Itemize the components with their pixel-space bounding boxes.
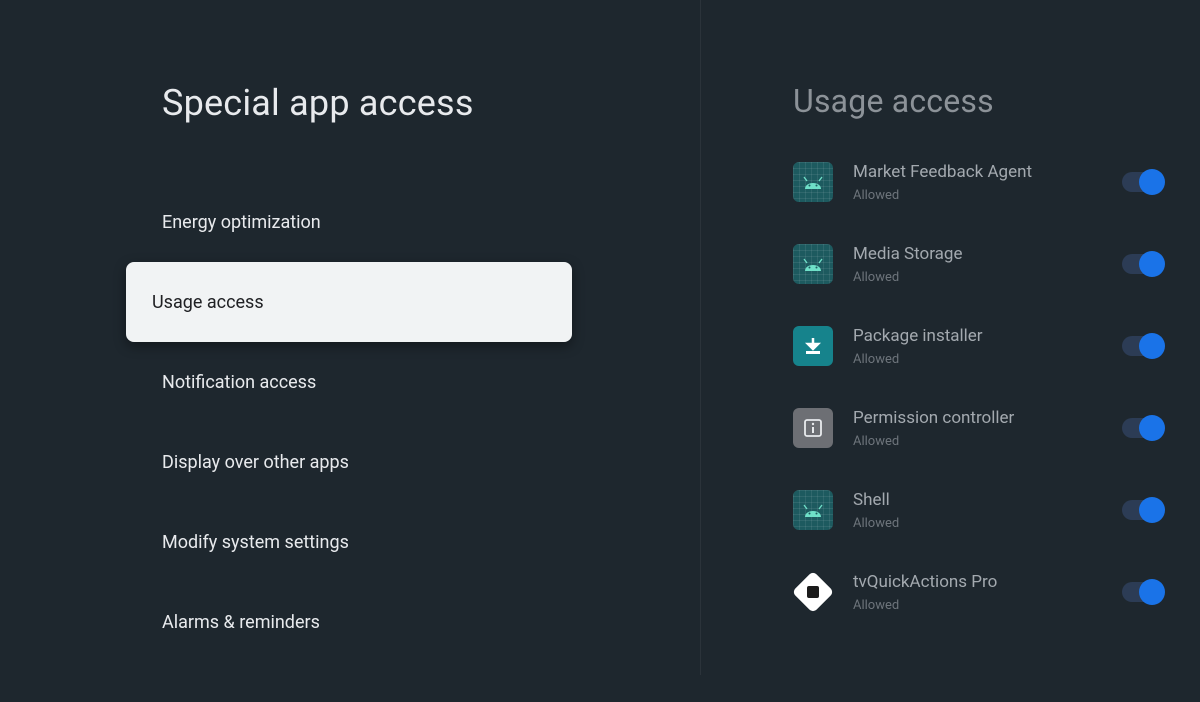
app-name-label: Market Feedback Agent xyxy=(853,162,1122,182)
app-name-label: Package installer xyxy=(853,326,1122,346)
toggle-knob xyxy=(1139,497,1165,523)
app-text: Permission controller Allowed xyxy=(853,408,1122,449)
tvquickactions-icon xyxy=(793,572,833,612)
menu-list: Energy optimization Usage access Notific… xyxy=(0,182,700,702)
android-head-icon xyxy=(801,503,825,517)
toggle-switch[interactable] xyxy=(1122,418,1162,438)
menu-item-notification-access[interactable]: Notification access xyxy=(0,342,700,422)
menu-item-label: Modify system settings xyxy=(162,532,349,553)
left-pane: Special app access Energy optimization U… xyxy=(0,0,700,675)
app-text: Package installer Allowed xyxy=(853,326,1122,367)
app-name-label: Media Storage xyxy=(853,244,1122,264)
app-status-label: Allowed xyxy=(853,352,1122,367)
menu-item-turn-screen-on[interactable]: Turn screen on xyxy=(0,662,700,702)
toggle-knob xyxy=(1139,251,1165,277)
toggle-knob xyxy=(1139,169,1165,195)
app-status-label: Allowed xyxy=(853,516,1122,531)
menu-item-alarms-reminders[interactable]: Alarms & reminders xyxy=(0,582,700,662)
app-status-label: Allowed xyxy=(853,598,1122,613)
menu-item-label: Turn screen on xyxy=(162,662,281,683)
app-row-permission-controller[interactable]: Permission controller Allowed xyxy=(793,408,1162,448)
app-row-tvquickactions-pro[interactable]: tvQuickActions Pro Allowed xyxy=(793,572,1162,612)
menu-item-label: Notification access xyxy=(162,372,316,393)
android-head-icon xyxy=(801,257,825,271)
app-name-label: Permission controller xyxy=(853,408,1122,428)
toggle-switch[interactable] xyxy=(1122,336,1162,356)
toggle-knob xyxy=(1139,415,1165,441)
download-icon xyxy=(793,326,833,366)
menu-item-usage-access[interactable]: Usage access xyxy=(126,262,572,342)
app-row-shell[interactable]: Shell Allowed xyxy=(793,490,1162,530)
toggle-switch[interactable] xyxy=(1122,582,1162,602)
app-row-media-storage[interactable]: Media Storage Allowed xyxy=(793,244,1162,284)
menu-item-label: Energy optimization xyxy=(162,212,321,233)
app-text: Shell Allowed xyxy=(853,490,1122,531)
toggle-knob xyxy=(1139,333,1165,359)
info-square-icon xyxy=(804,419,822,437)
menu-item-display-over-other-apps[interactable]: Display over other apps xyxy=(0,422,700,502)
right-pane: Usage access Market Feedback Agent Allow… xyxy=(700,0,1200,675)
menu-item-energy-optimization[interactable]: Energy optimization xyxy=(0,182,700,262)
app-row-package-installer[interactable]: Package installer Allowed xyxy=(793,326,1162,366)
app-text: tvQuickActions Pro Allowed xyxy=(853,572,1122,613)
menu-item-label: Alarms & reminders xyxy=(162,612,320,633)
android-icon xyxy=(793,244,833,284)
app-status-label: Allowed xyxy=(853,434,1122,449)
android-icon xyxy=(793,490,833,530)
app-text: Market Feedback Agent Allowed xyxy=(853,162,1122,203)
app-status-label: Allowed xyxy=(853,270,1122,285)
app-text: Media Storage Allowed xyxy=(853,244,1122,285)
info-icon xyxy=(793,408,833,448)
toggle-switch[interactable] xyxy=(1122,500,1162,520)
download-arrow-icon xyxy=(803,336,823,356)
toggle-switch[interactable] xyxy=(1122,172,1162,192)
app-row-market-feedback-agent[interactable]: Market Feedback Agent Allowed xyxy=(793,162,1162,202)
android-icon xyxy=(793,162,833,202)
app-list: Market Feedback Agent Allowed Media Stor… xyxy=(700,162,1200,612)
android-head-icon xyxy=(801,175,825,189)
page-title-left: Special app access xyxy=(162,82,700,124)
diamond-shape-icon xyxy=(792,571,834,613)
menu-item-label: Display over other apps xyxy=(162,452,349,473)
menu-item-modify-system-settings[interactable]: Modify system settings xyxy=(0,502,700,582)
app-status-label: Allowed xyxy=(853,188,1122,203)
page-title-right: Usage access xyxy=(793,82,1200,120)
menu-item-label: Usage access xyxy=(152,292,264,313)
toggle-switch[interactable] xyxy=(1122,254,1162,274)
app-name-label: tvQuickActions Pro xyxy=(853,572,1122,592)
toggle-knob xyxy=(1139,579,1165,605)
app-name-label: Shell xyxy=(853,490,1122,510)
